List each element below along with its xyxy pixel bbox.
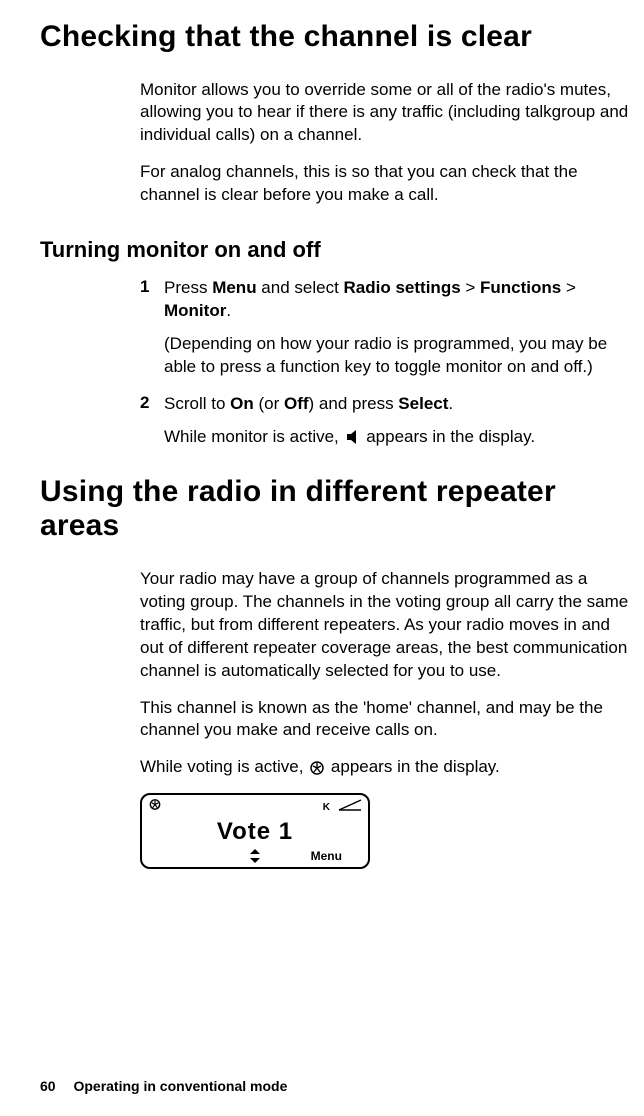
rssi-letter: K [323, 802, 330, 813]
chapter-title: Operating in conventional mode [73, 1078, 287, 1094]
speaker-icon [344, 429, 362, 445]
step-2-text: Scroll to On (or Off) and press Select. [164, 393, 632, 416]
step-1-number: 1 [140, 277, 164, 297]
radio-display-frame: K Vote 1 Menu [140, 793, 370, 869]
section1-body: Monitor allows you to override some or a… [140, 79, 632, 208]
step-1: 1 Press Menu and select Radio settings >… [140, 277, 632, 323]
softkey-menu: Menu [291, 849, 362, 863]
nav-arrows-icon [219, 848, 290, 864]
step-1-note: (Depending on how your radio is programm… [164, 333, 632, 379]
subsection-heading-monitor: Turning monitor on and off [40, 237, 632, 263]
step-2: 2 Scroll to On (or Off) and press Select… [140, 393, 632, 416]
page-number: 60 [40, 1078, 56, 1094]
page-footer: 60 Operating in conventional mode [40, 1078, 287, 1094]
section2-para3: While voting is active, appears in the d… [140, 756, 632, 779]
section1-para2: For analog channels, this is so that you… [140, 161, 632, 207]
subsection-body: 1 Press Menu and select Radio settings >… [140, 277, 632, 449]
section2-body: Your radio may have a group of channels … [140, 568, 632, 780]
section2-para1: Your radio may have a group of channels … [140, 568, 632, 683]
voting-status-icon [148, 798, 162, 816]
signal-icon [338, 798, 362, 816]
voting-icon [308, 760, 326, 776]
radio-status-bar: K [148, 799, 362, 815]
radio-channel-label: Vote 1 [148, 815, 362, 847]
step-2-note: While monitor is active, appears in the … [164, 426, 632, 449]
section-heading-repeater: Using the radio in different repeater ar… [40, 475, 632, 544]
section1-para1: Monitor allows you to override some or a… [140, 79, 632, 148]
section2-para2: This channel is known as the 'home' chan… [140, 697, 632, 743]
step-1-text: Press Menu and select Radio settings > F… [164, 277, 632, 323]
radio-softkey-row: Menu [148, 847, 362, 865]
radio-display-illustration: K Vote 1 Menu [140, 793, 370, 869]
step-2-number: 2 [140, 393, 164, 413]
section-heading-checking: Checking that the channel is clear [40, 20, 632, 55]
page: Checking that the channel is clear Monit… [0, 0, 644, 1116]
